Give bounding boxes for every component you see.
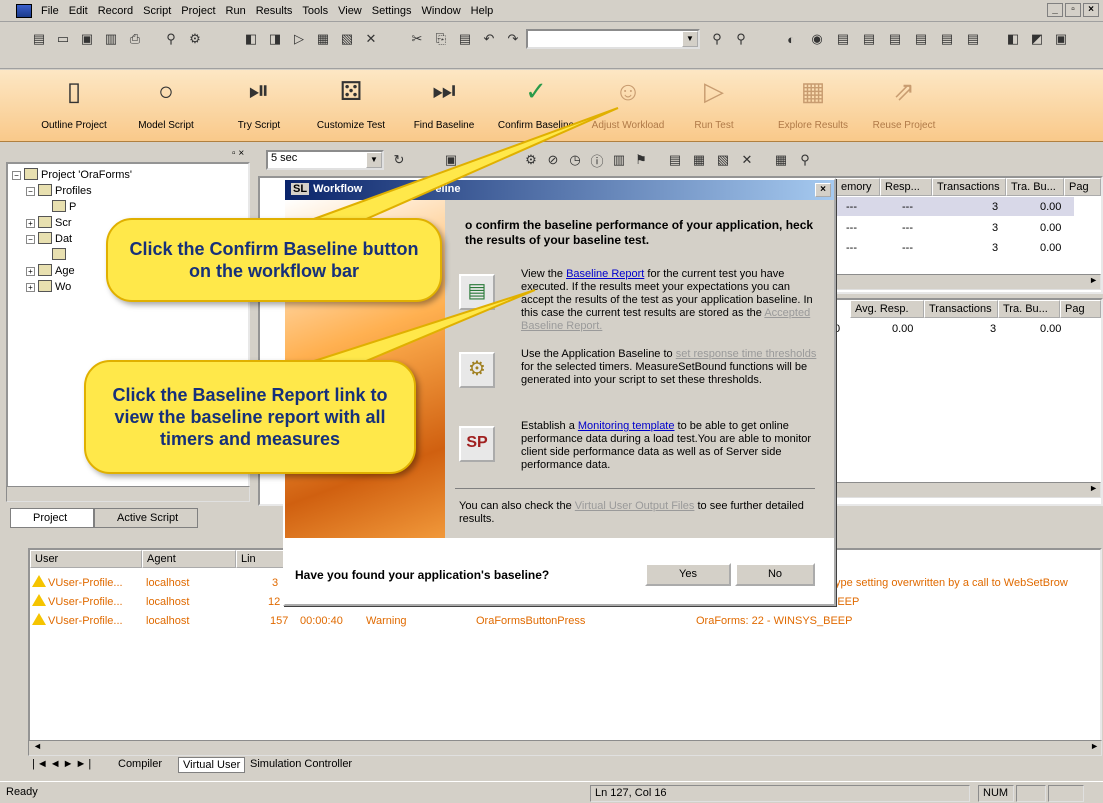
status-position: Ln 127, Col 16 xyxy=(590,785,970,802)
status-pane-empty xyxy=(1048,785,1084,802)
status-ready: Ready xyxy=(6,786,38,798)
callout-confirm: Click the Confirm Baseline button on the… xyxy=(106,218,442,302)
status-pane-empty xyxy=(1016,785,1046,802)
status-num: NUM xyxy=(978,785,1014,802)
confirm-pointer xyxy=(269,107,619,236)
callout-confirm-text: Click the Confirm Baseline button on the… xyxy=(129,239,419,281)
callout-report: Click the Baseline Report link to view t… xyxy=(84,360,416,474)
status-bar: Ready Ln 127, Col 16 NUM xyxy=(0,781,1103,803)
callout-report-text: Click the Baseline Report link to view t… xyxy=(112,385,388,449)
